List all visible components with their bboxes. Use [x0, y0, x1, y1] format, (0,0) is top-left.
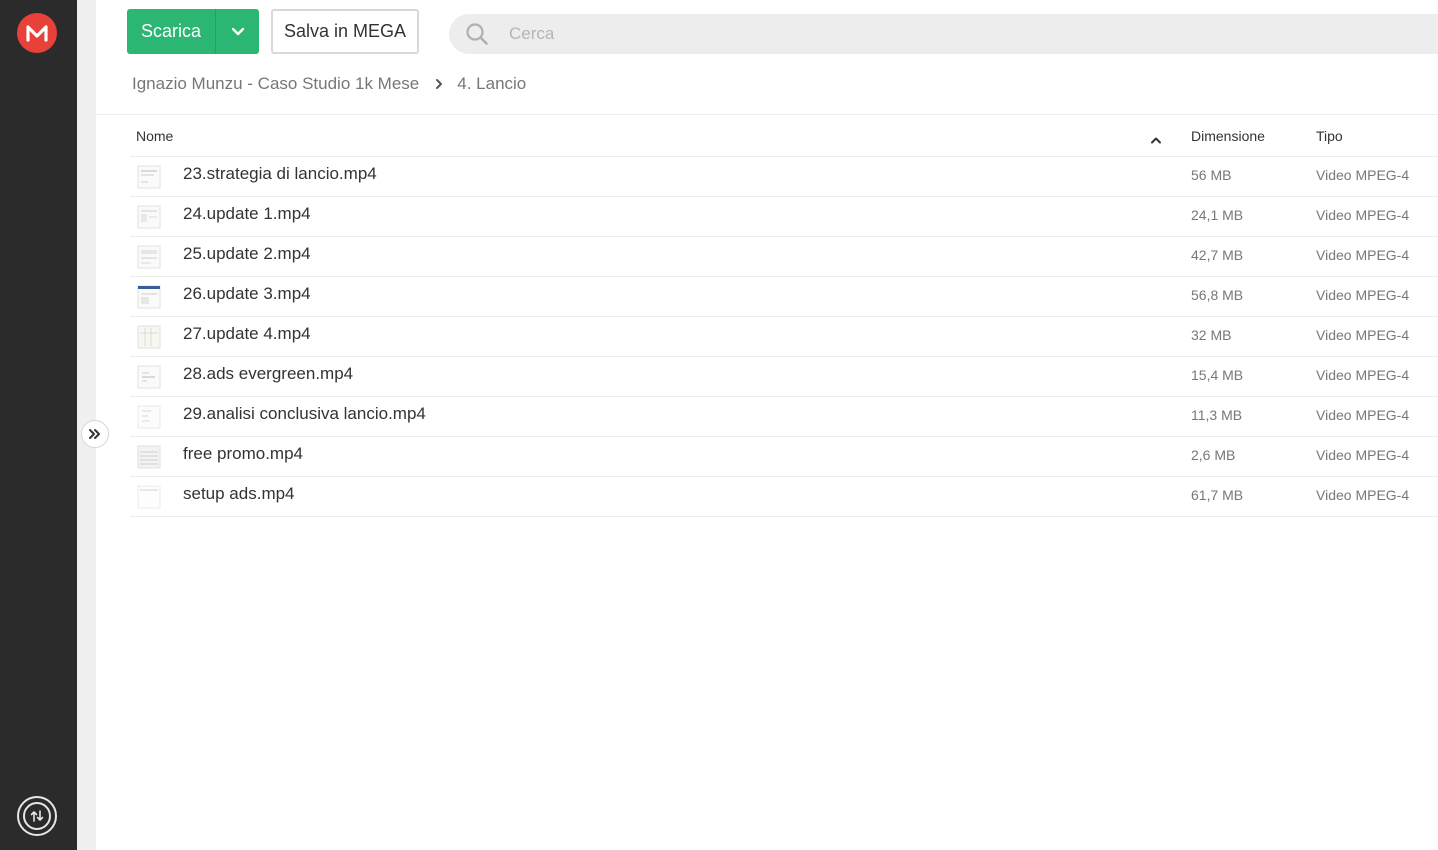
transfers-icon[interactable]	[17, 796, 57, 836]
file-size: 24,1 MB	[1191, 207, 1244, 223]
file-type: Video MPEG-4	[1316, 287, 1410, 303]
file-name: 25.update 2.mp4	[183, 244, 311, 263]
file-type: Video MPEG-4	[1316, 207, 1410, 223]
table-row[interactable]: free promo.mp4 2,6 MB Video MPEG-4	[130, 437, 1438, 477]
download-options-button[interactable]	[215, 9, 259, 54]
mega-logo-icon[interactable]	[17, 13, 57, 53]
file-type: Video MPEG-4	[1316, 487, 1410, 503]
table-header: Nome Dimensione Tipo	[130, 115, 1438, 157]
file-type: Video MPEG-4	[1316, 247, 1410, 263]
video-thumbnail-icon	[137, 285, 161, 309]
video-thumbnail-icon	[137, 405, 161, 429]
table-row[interactable]: 24.update 1.mp4 24,1 MB Video MPEG-4	[130, 197, 1438, 237]
file-size: 32 MB	[1191, 327, 1232, 343]
main-content: Scarica Salva in MEGA Ignazio Munzu - Ca…	[96, 0, 1438, 850]
table-row[interactable]: 23.strategia di lancio.mp4 56 MB Video M…	[130, 157, 1438, 197]
save-to-mega-button[interactable]: Salva in MEGA	[271, 9, 419, 54]
chevron-right-icon	[435, 78, 443, 90]
file-size: 42,7 MB	[1191, 247, 1244, 263]
table-row[interactable]: 27.update 4.mp4 32 MB Video MPEG-4	[130, 317, 1438, 357]
file-name: 24.update 1.mp4	[183, 204, 311, 223]
column-header-size[interactable]: Dimensione	[1191, 128, 1265, 144]
video-thumbnail-icon	[137, 205, 161, 229]
table-row[interactable]: setup ads.mp4 61,7 MB Video MPEG-4	[130, 477, 1438, 517]
file-type: Video MPEG-4	[1316, 367, 1410, 383]
file-name: 28.ads evergreen.mp4	[183, 364, 354, 383]
file-size: 11,3 MB	[1191, 407, 1243, 423]
search-icon	[449, 14, 497, 54]
file-name: 27.update 4.mp4	[183, 324, 311, 343]
table-row[interactable]: 25.update 2.mp4 42,7 MB Video MPEG-4	[130, 237, 1438, 277]
table-row[interactable]: 28.ads evergreen.mp4 15,4 MB Video MPEG-…	[130, 357, 1438, 397]
sort-ascending-icon[interactable]	[1150, 131, 1162, 147]
breadcrumb-root[interactable]: Ignazio Munzu - Caso Studio 1k Mese	[132, 74, 419, 94]
file-size: 15,4 MB	[1191, 367, 1244, 383]
video-thumbnail-icon	[137, 245, 161, 269]
search-bar	[449, 14, 1438, 54]
file-name: free promo.mp4	[183, 444, 303, 463]
file-size: 56 MB	[1191, 167, 1232, 183]
file-name: 29.analisi conclusiva lancio.mp4	[183, 404, 426, 423]
video-thumbnail-icon	[137, 165, 161, 189]
breadcrumb-current[interactable]: 4. Lancio	[457, 74, 526, 94]
table-row[interactable]: 26.update 3.mp4 56,8 MB Video MPEG-4	[130, 277, 1438, 317]
file-size: 61,7 MB	[1191, 487, 1244, 503]
search-input[interactable]	[497, 24, 1397, 44]
video-thumbnail-icon	[137, 365, 161, 389]
file-name: 23.strategia di lancio.mp4	[183, 164, 377, 183]
download-button[interactable]: Scarica	[127, 9, 215, 54]
left-sidebar	[0, 0, 77, 850]
file-list: 23.strategia di lancio.mp4 56 MB Video M…	[130, 157, 1438, 517]
file-name: setup ads.mp4	[183, 484, 295, 503]
table-row[interactable]: 29.analisi conclusiva lancio.mp4 11,3 MB…	[130, 397, 1438, 437]
file-size: 2,6 MB	[1191, 447, 1236, 463]
file-type: Video MPEG-4	[1316, 167, 1410, 183]
file-size: 56,8 MB	[1191, 287, 1244, 303]
chevron-down-icon	[231, 27, 244, 35]
column-header-name[interactable]: Nome	[136, 128, 173, 144]
video-thumbnail-icon	[137, 445, 161, 469]
file-type: Video MPEG-4	[1316, 407, 1410, 423]
file-name: 26.update 3.mp4	[183, 284, 311, 303]
video-thumbnail-icon	[137, 485, 161, 509]
video-thumbnail-icon	[137, 325, 161, 349]
file-type: Video MPEG-4	[1316, 447, 1410, 463]
breadcrumb: Ignazio Munzu - Caso Studio 1k Mese 4. L…	[132, 72, 526, 96]
file-type: Video MPEG-4	[1316, 327, 1410, 343]
download-split-button: Scarica	[127, 9, 259, 54]
column-header-type[interactable]: Tipo	[1316, 128, 1343, 144]
